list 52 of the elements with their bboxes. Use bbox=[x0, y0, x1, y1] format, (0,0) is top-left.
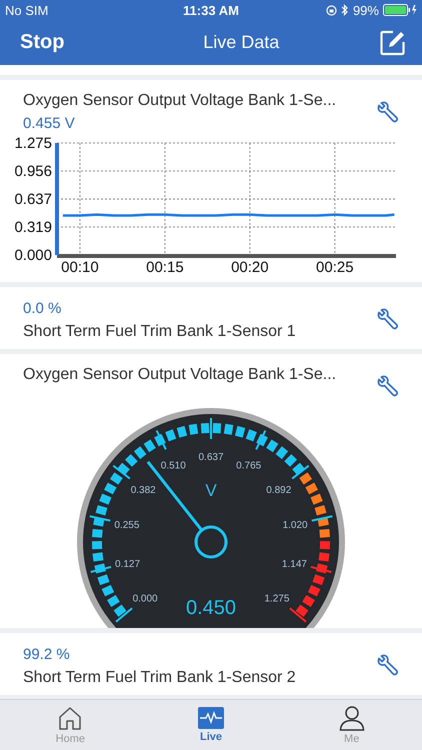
battery-percent: 99% bbox=[352, 2, 379, 18]
settings-button[interactable] bbox=[376, 307, 400, 331]
sensor-name: Short Term Fuel Trim Bank 1-Sensor 2 bbox=[23, 668, 297, 688]
wrench-icon bbox=[376, 100, 400, 124]
y-tick-label: 0.956 bbox=[14, 163, 52, 180]
sensor-value: 0.455 V bbox=[23, 114, 75, 134]
clock: 11:33 AM bbox=[182, 2, 240, 18]
x-tick-label: 00:10 bbox=[61, 259, 99, 276]
wrench-icon bbox=[376, 653, 400, 677]
gauge-tick-label: 0.382 bbox=[130, 485, 156, 496]
gauge-tick-label: 1.147 bbox=[282, 558, 307, 570]
sensor-name: Short Term Fuel Trim Bank 1-Sensor 1 bbox=[23, 322, 297, 342]
y-tick-label: 1.275 bbox=[14, 136, 52, 152]
stop-button[interactable]: Stop bbox=[20, 31, 64, 54]
settings-button[interactable] bbox=[376, 653, 400, 677]
gauge-tick-label: 0.127 bbox=[115, 558, 140, 570]
pulse-icon bbox=[198, 707, 224, 729]
tab[interactable]: Home bbox=[0, 700, 141, 750]
sensor-name: Oxygen Sensor Output Voltage Bank 1-Se... bbox=[23, 365, 338, 385]
settings-button[interactable] bbox=[376, 374, 400, 398]
gauge-tick-label: 0.892 bbox=[266, 485, 292, 496]
wrench-icon bbox=[376, 307, 400, 331]
edit-icon bbox=[380, 30, 406, 56]
rotation-lock-icon bbox=[326, 4, 337, 16]
x-tick-label: 00:20 bbox=[231, 259, 269, 276]
gauge-unit: V bbox=[205, 481, 217, 500]
y-tick-label: 0.637 bbox=[14, 191, 52, 208]
carrier-label: No SIM bbox=[5, 2, 50, 18]
gauge-tick-label: 0.637 bbox=[198, 452, 224, 463]
battery-charging-icon bbox=[382, 4, 417, 16]
gauge-tick-label: 0.000 bbox=[132, 593, 158, 604]
settings-button[interactable] bbox=[376, 100, 400, 124]
tab[interactable]: Live bbox=[140, 700, 282, 750]
gauge-tick-label: 0.510 bbox=[160, 460, 186, 472]
x-tick-label: 00:15 bbox=[146, 259, 184, 276]
wrench-icon bbox=[376, 374, 400, 398]
x-tick-label: 00:25 bbox=[316, 259, 354, 276]
page-title: Live Data bbox=[203, 32, 280, 53]
sensor-value: 99.2 % bbox=[23, 645, 70, 665]
tab[interactable]: Me bbox=[281, 700, 422, 750]
gauge-reading: 0.450 bbox=[186, 597, 236, 619]
gauge-tick-label: 1.275 bbox=[264, 593, 290, 604]
y-tick-label: 0.319 bbox=[14, 218, 52, 236]
bluetooth-icon bbox=[340, 4, 349, 16]
sensor-name: Oxygen Sensor Output Voltage Bank 1-Se... bbox=[23, 91, 338, 111]
home-icon bbox=[57, 705, 84, 731]
gauge-tick-label: 1.020 bbox=[282, 520, 308, 532]
person-icon bbox=[338, 705, 365, 731]
gauge-tick-label: 0.255 bbox=[114, 520, 140, 532]
y-tick-label: 0.000 bbox=[14, 247, 52, 264]
gauge-tick-label: 0.765 bbox=[236, 460, 262, 472]
sensor-value: 0.0 % bbox=[23, 299, 62, 319]
